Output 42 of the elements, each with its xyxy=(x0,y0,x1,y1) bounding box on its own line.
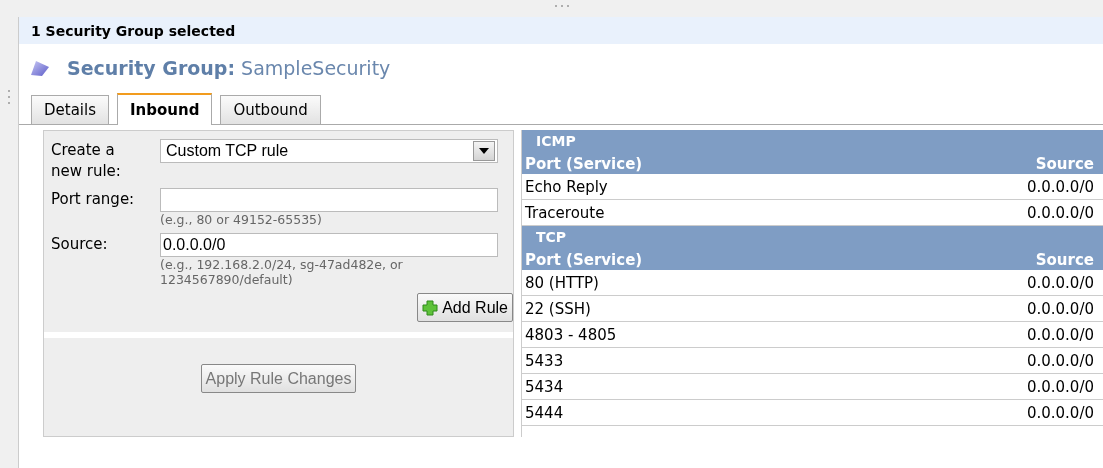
dropdown-arrow-icon xyxy=(479,148,489,154)
table-cell: 0.0.0.0/0 xyxy=(1026,377,1094,396)
splitter-grip-icon[interactable] xyxy=(7,89,11,105)
table-cell: 5433 xyxy=(525,351,564,370)
table-cell: Traceroute xyxy=(525,203,605,222)
table-cell: 0.0.0.0/0 xyxy=(1026,403,1094,422)
add-rule-button[interactable]: Add Rule xyxy=(417,293,513,322)
table-cell: 0.0.0.0/0 xyxy=(1026,299,1094,318)
table-cell: 0.0.0.0/0 xyxy=(1026,203,1094,222)
column-header: Port (Service) xyxy=(525,154,643,173)
tab[interactable]: Details xyxy=(31,95,109,124)
port-range-field[interactable] xyxy=(160,188,498,212)
selection-count-text: 1 Security Group selected xyxy=(31,22,236,39)
table-cell: 0.0.0.0/0 xyxy=(1026,351,1094,370)
tab[interactable]: Inbound xyxy=(117,93,213,125)
column-header: Source xyxy=(1035,250,1094,269)
table-cell: 5434 xyxy=(525,377,564,396)
title-label: Security Group: xyxy=(67,57,236,79)
hint-text: (e.g., 192.168.2.0/24, sg-47ad482e, or 1234567890/default) xyxy=(160,257,404,287)
table-cell: Echo Reply xyxy=(525,177,608,196)
plus-icon xyxy=(422,299,439,316)
table-cell: 5444 xyxy=(525,403,564,422)
source-field[interactable]: 0.0.0.0/0 xyxy=(160,233,498,257)
field-label: Port range: xyxy=(51,189,136,210)
table-cell: 22 (SSH) xyxy=(525,299,591,318)
security-group-name: SampleSecurity xyxy=(241,57,391,79)
table-cell: 4803 - 4805 xyxy=(525,325,617,344)
splitter-grip-icon[interactable] xyxy=(553,4,570,8)
table-cell: 80 (HTTP) xyxy=(525,273,599,292)
table-cell: 0.0.0.0/0 xyxy=(1026,177,1094,196)
rule-type-dropdown[interactable]: Custom TCP rule xyxy=(160,139,498,163)
column-header: Source xyxy=(1035,154,1094,173)
hint-text: (e.g., 80 or 49152-65535) xyxy=(160,212,323,227)
field-label: Source: xyxy=(51,234,109,255)
protocol-name: TCP xyxy=(535,228,568,247)
column-header: Port (Service) xyxy=(525,250,643,269)
protocol-name: ICMP xyxy=(535,132,577,151)
table-cell: 0.0.0.0/0 xyxy=(1026,273,1094,292)
tab[interactable]: Outbound xyxy=(220,95,321,124)
shield-icon xyxy=(29,58,51,78)
field-label: Create a new rule: xyxy=(51,140,122,182)
table-cell: 0.0.0.0/0 xyxy=(1026,325,1094,344)
